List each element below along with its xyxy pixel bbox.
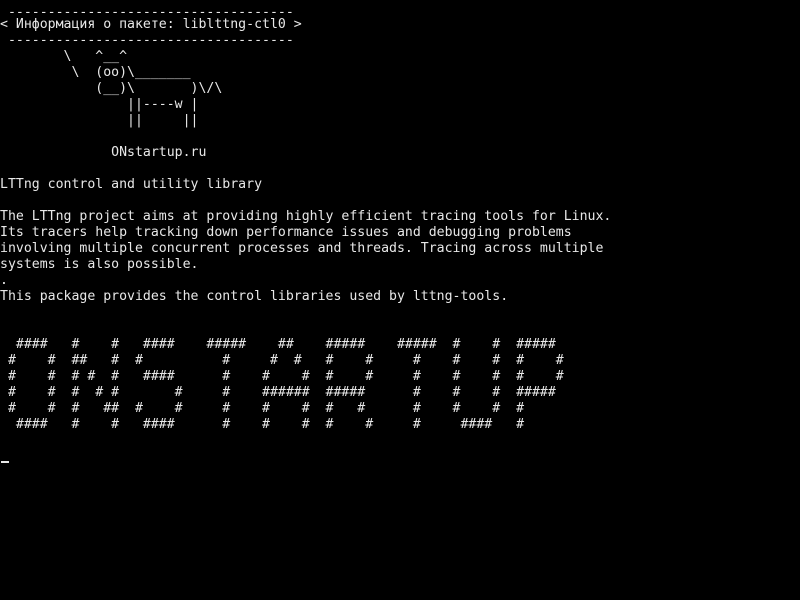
cow-art-line: \ (oo)\_______	[0, 65, 191, 80]
speech-bubble-bottom-border: ------------------------------------	[0, 33, 294, 48]
cow-art-line: ||----w |	[0, 97, 199, 112]
banner-line: # # # ## # # # # # # # # # # #	[0, 401, 525, 416]
site-credit: ONstartup.ru	[0, 145, 207, 160]
banner-line: # # # # # # # ###### ##### # # # #####	[0, 385, 556, 400]
cow-art-line: || ||	[0, 113, 199, 128]
cow-art-line: (__)\ )\/\	[0, 81, 223, 96]
banner-line: # # # # # #### # # # # # # # # # #	[0, 369, 564, 384]
terminal-screen: ------------------------------------ < И…	[0, 0, 800, 600]
description-line: This package provides the control librar…	[0, 289, 509, 304]
banner-line: #### # # #### ##### ## ##### ##### # # #…	[0, 337, 556, 352]
description-line: .	[0, 273, 8, 288]
cow-art-line: \ ^__^	[0, 49, 128, 64]
package-summary: LTTng control and utility library	[0, 177, 263, 192]
banner-line: # # ## # # # # # # # # # # # #	[0, 353, 564, 368]
description-line: involving multiple concurrent processes …	[0, 241, 604, 256]
description-line: The LTTng project aims at providing high…	[0, 209, 612, 224]
speech-bubble-text: < Информация о пакете: liblttng-ctl0 >	[0, 17, 302, 32]
description-line: Its tracers help tracking down performan…	[0, 225, 572, 240]
description-line: systems is also possible.	[0, 257, 199, 272]
banner-line: #### # # #### # # # # # # #### #	[0, 417, 525, 432]
text-cursor	[1, 461, 9, 463]
